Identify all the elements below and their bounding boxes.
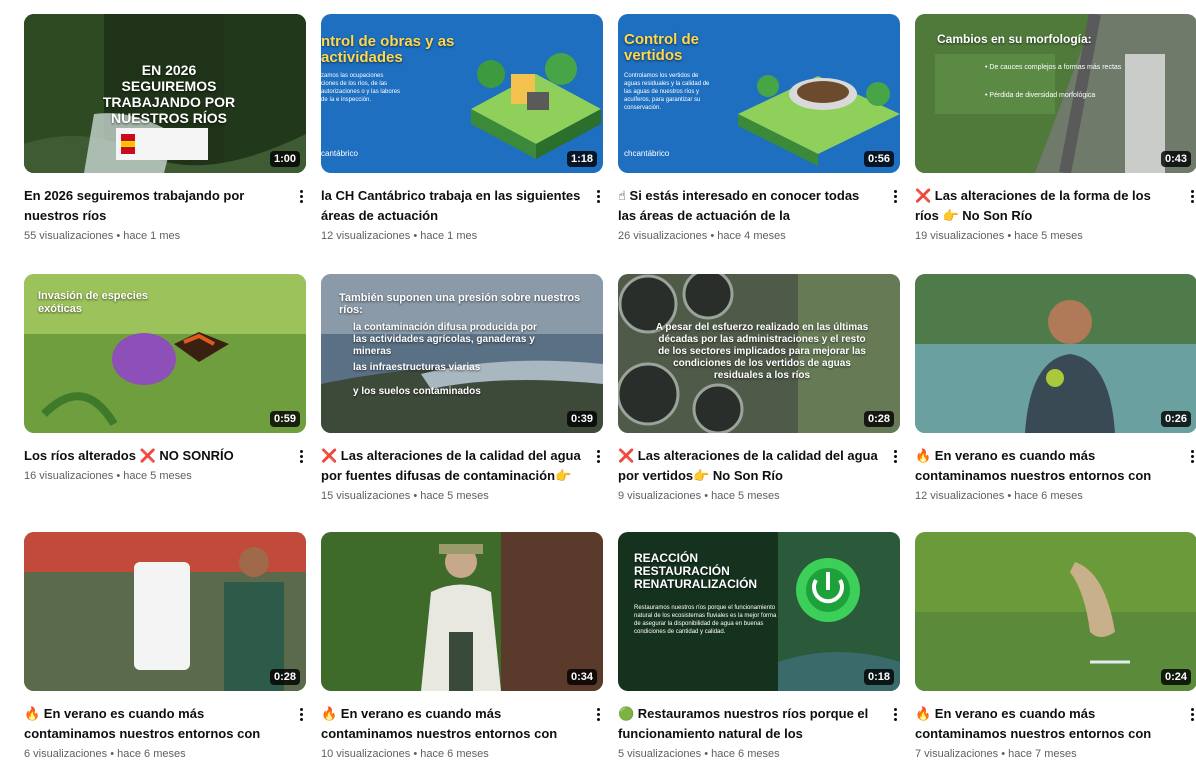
thumbnail-overlay-title: Invasión de especies exóticas xyxy=(38,290,149,315)
video-meta: 19 visualizaciones • hace 5 meses xyxy=(915,230,1083,242)
video-thumbnail[interactable]: Cambios en su morfología: • De cauces co… xyxy=(915,14,1196,173)
video-meta: 55 visualizaciones • hace 1 mes xyxy=(24,230,181,242)
more-options-icon[interactable] xyxy=(1187,448,1196,468)
video-meta: 7 visualizaciones • hace 7 meses xyxy=(915,748,1077,760)
video-meta: 26 visualizaciones • hace 4 meses xyxy=(618,230,786,242)
video-duration: 0:34 xyxy=(566,669,597,685)
more-options-icon[interactable] xyxy=(890,448,900,468)
thumbnail-overlay-title: ntrol de obras y as actividades xyxy=(321,33,455,66)
thumbnail-overlay-text: y los suelos contaminados xyxy=(353,386,481,397)
brand-logo: chcantábrico xyxy=(624,149,670,158)
video-thumbnail[interactable]: También suponen una presión sobre nuestr… xyxy=(321,274,603,433)
video-meta: 16 visualizaciones • hace 5 meses xyxy=(24,470,192,482)
thumbnail-overlay-text: las infraestructuras viarias xyxy=(353,362,481,373)
more-options-icon[interactable] xyxy=(1187,706,1196,726)
thumbnail-overlay-title: A pesar del esfuerzo realizado en las úl… xyxy=(655,322,869,381)
video-title[interactable]: ❌ Las alteraciones de la forma de los rí… xyxy=(915,186,1177,226)
thumbnail-overlay-text: la contaminación difusa producida por la… xyxy=(353,322,537,357)
video-title[interactable]: 🔥 En verano es cuando más contaminamos n… xyxy=(321,704,583,744)
video-title[interactable]: Los ríos alterados ❌ NO SONRÍO xyxy=(24,446,286,466)
video-thumbnail[interactable]: REACCIÓN RESTAURACIÓN RENATURALIZACIÓN R… xyxy=(618,532,900,691)
video-title[interactable]: ☝ Si estás interesado en conocer todas l… xyxy=(618,186,880,226)
video-duration: 1:18 xyxy=(566,151,597,167)
video-duration: 0:59 xyxy=(269,411,300,427)
more-options-icon[interactable] xyxy=(593,706,603,726)
video-meta: 15 visualizaciones • hace 5 meses xyxy=(321,490,489,502)
thumbnail-overlay-text: • Pérdida de diversidad morfológica xyxy=(985,92,1096,99)
video-thumbnail[interactable]: 0:26 xyxy=(915,274,1196,433)
video-thumbnail[interactable]: 0:24 xyxy=(915,532,1196,691)
video-thumbnail[interactable]: ntrol de obras y as actividades zamos la… xyxy=(321,14,603,173)
video-duration: 0:56 xyxy=(863,151,894,167)
video-duration: 0:26 xyxy=(1160,411,1191,427)
video-thumbnail[interactable]: Invasión de especies exóticas 0:59 xyxy=(24,274,306,433)
video-title[interactable]: ❌ Las alteraciones de la calidad del agu… xyxy=(618,446,880,486)
thumbnail-overlay-text: Restauramos nuestros ríos porque el func… xyxy=(634,605,777,635)
more-options-icon[interactable] xyxy=(890,706,900,726)
video-title[interactable]: la CH Cantábrico trabaja en las siguient… xyxy=(321,186,583,226)
thumbnail-overlay-title: REACCIÓN RESTAURACIÓN RENATURALIZACIÓN xyxy=(634,551,758,591)
video-thumbnail[interactable]: Control de vertidos Controlamos los vert… xyxy=(618,14,900,173)
more-options-icon[interactable] xyxy=(593,448,603,468)
thumbnail-overlay-text: • De cauces complejos a formas más recta… xyxy=(985,64,1122,71)
more-options-icon[interactable] xyxy=(890,188,900,208)
video-title[interactable]: ❌ Las alteraciones de la calidad del agu… xyxy=(321,446,583,486)
video-meta: 9 visualizaciones • hace 5 meses xyxy=(618,490,780,502)
video-duration: 0:24 xyxy=(1160,669,1191,685)
video-title[interactable]: En 2026 seguiremos trabajando por nuestr… xyxy=(24,186,286,226)
thumbnail-overlay-text: Controlamos los vertidos de aguas residu… xyxy=(624,73,710,111)
video-duration: 0:43 xyxy=(1160,151,1191,167)
more-options-icon[interactable] xyxy=(296,706,306,726)
video-duration: 0:18 xyxy=(863,669,894,685)
video-title[interactable]: 🔥 En verano es cuando más contaminamos n… xyxy=(915,704,1177,744)
video-duration: 0:28 xyxy=(269,669,300,685)
video-duration: 0:28 xyxy=(863,411,894,427)
video-title[interactable]: 🔥 En verano es cuando más contaminamos n… xyxy=(915,446,1177,486)
more-options-icon[interactable] xyxy=(296,188,306,208)
video-meta: 10 visualizaciones • hace 6 meses xyxy=(321,748,489,760)
video-thumbnail[interactable]: A pesar del esfuerzo realizado en las úl… xyxy=(618,274,900,433)
more-options-icon[interactable] xyxy=(1187,188,1196,208)
video-duration: 0:39 xyxy=(566,411,597,427)
video-thumbnail[interactable]: EN 2026 SEGUIREMOS TRABAJANDO POR NUESTR… xyxy=(24,14,306,173)
video-thumbnail[interactable]: 0:34 xyxy=(321,532,603,691)
thumbnail-overlay-title: También suponen una presión sobre nuestr… xyxy=(339,292,581,316)
video-meta: 12 visualizaciones • hace 1 mes xyxy=(321,230,478,242)
more-options-icon[interactable] xyxy=(593,188,603,208)
thumbnail-overlay-title: Control de vertidos xyxy=(624,31,699,64)
video-title[interactable]: 🔥 En verano es cuando más contaminamos n… xyxy=(24,704,286,744)
thumbnail-overlay-title: Cambios en su morfología: xyxy=(937,32,1092,46)
more-options-icon[interactable] xyxy=(296,448,306,468)
brand-logo: cantábrico xyxy=(321,149,358,158)
video-thumbnail[interactable]: 0:28 xyxy=(24,532,306,691)
video-meta: 5 visualizaciones • hace 6 meses xyxy=(618,748,780,760)
video-meta: 6 visualizaciones • hace 6 meses xyxy=(24,748,186,760)
video-meta: 12 visualizaciones • hace 6 meses xyxy=(915,490,1083,502)
video-duration: 1:00 xyxy=(269,151,300,167)
video-title[interactable]: 🟢 Restauramos nuestros ríos porque el fu… xyxy=(618,704,880,744)
thumbnail-overlay-title: EN 2026 SEGUIREMOS TRABAJANDO POR NUESTR… xyxy=(102,62,236,126)
thumbnail-overlay-text: zamos las ocupaciones ciones de los ríos… xyxy=(321,73,401,103)
